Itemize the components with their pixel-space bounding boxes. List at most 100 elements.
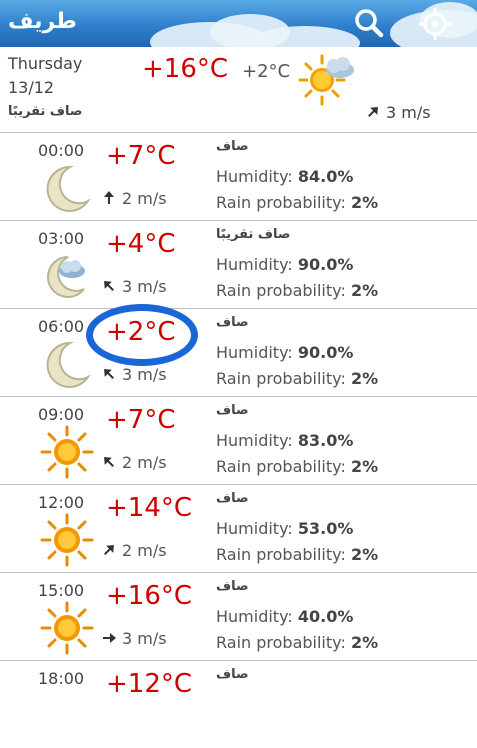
moon-icon bbox=[46, 341, 91, 388]
sun-cloud-icon bbox=[298, 54, 354, 106]
row-temp: +2°C bbox=[106, 317, 176, 347]
row-condition: صاف bbox=[216, 315, 249, 330]
row-temp: +7°C bbox=[106, 141, 176, 171]
hourly-row[interactable]: 18:00 +12°C صاف bbox=[0, 661, 477, 748]
rain-value: 2% bbox=[350, 281, 379, 300]
summary-wind-speed: 3 m/s bbox=[386, 103, 431, 122]
wind-direction-icon bbox=[103, 633, 116, 643]
sun-icon bbox=[40, 425, 94, 479]
hourly-row[interactable]: 12:00 +14°C 2 m/s صاف Humidity: 53.0% Ra… bbox=[0, 485, 477, 573]
row-time: 12:00 bbox=[38, 493, 85, 512]
rain-value: 2% bbox=[350, 545, 379, 564]
hourly-row[interactable]: 15:00 +16°C 3 m/s صاف Humidity: 40.0% Ra… bbox=[0, 573, 477, 661]
moon-icon bbox=[46, 165, 91, 212]
wind-direction-icon bbox=[104, 457, 114, 467]
wind-direction-icon bbox=[368, 107, 378, 117]
humidity-value: 83.0% bbox=[297, 431, 354, 450]
humidity-value: 90.0% bbox=[297, 343, 354, 362]
hourly-row[interactable]: 06:00 +2°C 3 m/s صاف Humidity: 90.0% Rai… bbox=[0, 309, 477, 397]
sun-icon bbox=[40, 601, 94, 655]
sun-icon bbox=[40, 513, 94, 567]
row-rain: Rain probability: 2% bbox=[216, 281, 378, 300]
rain-value: 2% bbox=[350, 369, 379, 388]
row-rain: Rain probability: 2% bbox=[216, 633, 378, 652]
row-wind-speed: 2 m/s bbox=[122, 541, 167, 560]
wind-direction-icon bbox=[104, 191, 114, 204]
row-temp: +7°C bbox=[106, 405, 176, 435]
row-rain: Rain probability: 2% bbox=[216, 457, 378, 476]
row-rain: Rain probability: 2% bbox=[216, 369, 378, 388]
summary-day: Thursday bbox=[8, 54, 83, 73]
row-wind: 3 m/s bbox=[102, 277, 167, 296]
row-humidity: Humidity: 90.0% bbox=[216, 255, 353, 274]
locate-icon[interactable] bbox=[418, 7, 452, 41]
row-humidity: Humidity: 84.0% bbox=[216, 167, 353, 186]
row-temp: +16°C bbox=[106, 581, 193, 611]
row-temp: +14°C bbox=[106, 493, 193, 523]
humidity-label: Humidity: bbox=[216, 343, 293, 362]
row-time: 18:00 bbox=[38, 669, 85, 688]
row-temp: +4°C bbox=[106, 229, 176, 259]
row-wind: 2 m/s bbox=[102, 189, 167, 208]
row-condition: صاف bbox=[216, 491, 249, 506]
humidity-value: 90.0% bbox=[297, 255, 354, 274]
rain-label: Rain probability: bbox=[216, 281, 346, 300]
wind-direction-icon bbox=[104, 369, 114, 379]
search-icon[interactable] bbox=[352, 7, 386, 41]
summary-condition: صاف تقريبًا bbox=[8, 104, 83, 119]
row-time: 15:00 bbox=[38, 581, 85, 600]
row-wind: 2 m/s bbox=[102, 541, 167, 560]
row-wind-speed: 3 m/s bbox=[122, 629, 167, 648]
wind-direction-icon bbox=[104, 545, 114, 555]
humidity-value: 40.0% bbox=[297, 607, 354, 626]
rain-label: Rain probability: bbox=[216, 193, 346, 212]
row-wind-speed: 2 m/s bbox=[122, 453, 167, 472]
row-humidity: Humidity: 53.0% bbox=[216, 519, 353, 538]
row-time: 06:00 bbox=[38, 317, 85, 336]
humidity-label: Humidity: bbox=[216, 519, 293, 538]
summary-high-temp: +16°C bbox=[142, 54, 229, 84]
row-condition: صاف bbox=[216, 579, 249, 594]
row-humidity: Humidity: 40.0% bbox=[216, 607, 353, 626]
rain-label: Rain probability: bbox=[216, 545, 346, 564]
rain-value: 2% bbox=[350, 457, 379, 476]
summary-low-temp: +2°C bbox=[242, 61, 291, 82]
humidity-value: 53.0% bbox=[297, 519, 354, 538]
app-title: طريف bbox=[8, 9, 77, 34]
row-wind-speed: 3 m/s bbox=[122, 365, 167, 384]
moon-cloud-icon bbox=[47, 256, 85, 298]
row-time: 09:00 bbox=[38, 405, 85, 424]
row-condition: صاف bbox=[216, 403, 249, 418]
hourly-row[interactable]: 09:00 +7°C 2 m/s صاف Humidity: 83.0% Rai… bbox=[0, 397, 477, 485]
wind-direction-icon bbox=[104, 281, 114, 291]
rain-label: Rain probability: bbox=[216, 633, 346, 652]
row-time: 00:00 bbox=[38, 141, 85, 160]
app-bar: طريف bbox=[0, 0, 477, 47]
row-humidity: Humidity: 90.0% bbox=[216, 343, 353, 362]
hourly-row[interactable]: 00:00 +7°C 2 m/s صاف Humidity: 84.0% Rai… bbox=[0, 133, 477, 221]
row-rain: Rain probability: 2% bbox=[216, 545, 378, 564]
row-condition: صاف bbox=[216, 139, 249, 154]
row-humidity: Humidity: 83.0% bbox=[216, 431, 353, 450]
row-temp: +12°C bbox=[106, 669, 193, 699]
summary-wind: 3 m/s bbox=[366, 103, 431, 122]
row-rain: Rain probability: 2% bbox=[216, 193, 378, 212]
day-summary[interactable]: Thursday 13/12 صاف تقريبًا +16°C +2°C 3 … bbox=[0, 48, 477, 133]
row-wind-speed: 2 m/s bbox=[122, 189, 167, 208]
row-wind: 3 m/s bbox=[102, 365, 167, 384]
row-condition: صاف bbox=[216, 667, 249, 682]
summary-date: 13/12 bbox=[8, 78, 55, 97]
row-wind: 3 m/s bbox=[102, 629, 167, 648]
humidity-label: Humidity: bbox=[216, 255, 293, 274]
rain-value: 2% bbox=[350, 633, 379, 652]
humidity-label: Humidity: bbox=[216, 167, 293, 186]
rain-label: Rain probability: bbox=[216, 369, 346, 388]
hourly-row[interactable]: 03:00 +4°C 3 m/s صاف تقريبًا Humidity: 9… bbox=[0, 221, 477, 309]
humidity-label: Humidity: bbox=[216, 431, 293, 450]
row-wind: 2 m/s bbox=[102, 453, 167, 472]
humidity-label: Humidity: bbox=[216, 607, 293, 626]
rain-label: Rain probability: bbox=[216, 457, 346, 476]
row-condition: صاف تقريبًا bbox=[216, 227, 291, 242]
humidity-value: 84.0% bbox=[297, 167, 354, 186]
row-wind-speed: 3 m/s bbox=[122, 277, 167, 296]
